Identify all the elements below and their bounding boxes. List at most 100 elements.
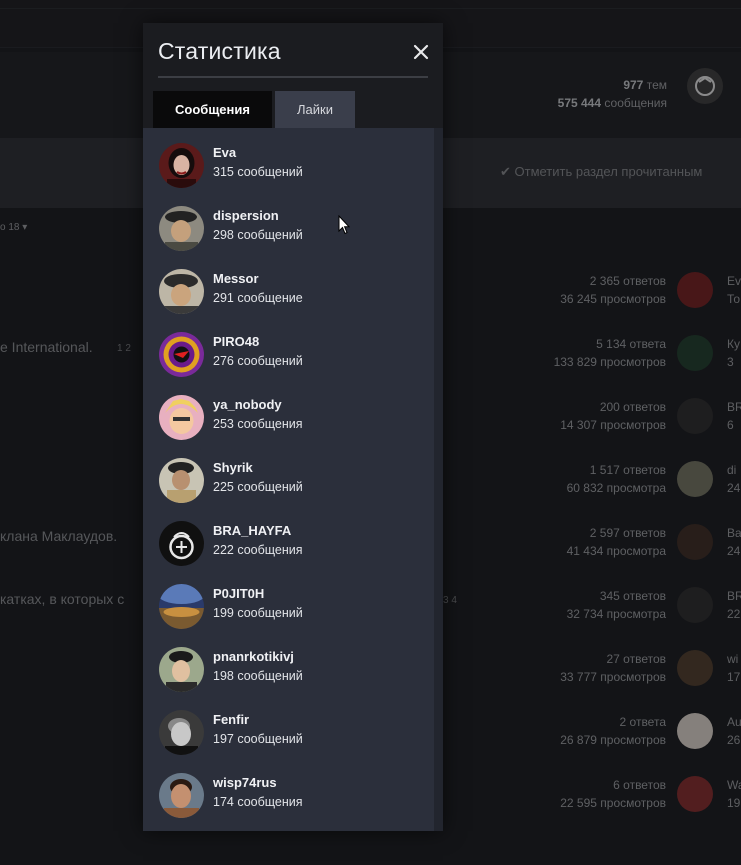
last-poster[interactable]: Ev То xyxy=(727,272,741,308)
tab-likes[interactable]: Лайки xyxy=(275,91,355,128)
last-poster-name[interactable]: Au xyxy=(727,713,741,731)
last-post-time: 24 xyxy=(727,481,741,495)
user-ranking-list: Eva 315 сообщений dispersion 298 сообщений M… xyxy=(143,128,434,831)
last-poster-avatar[interactable] xyxy=(677,776,713,812)
topic-views: 60 832 просмотра xyxy=(566,481,666,495)
username[interactable]: dispersion xyxy=(213,208,279,223)
last-poster-name[interactable]: wi xyxy=(727,650,740,668)
last-post-time: 24 xyxy=(727,544,741,558)
ranking-item[interactable]: pnanrkotikivj 198 сообщений xyxy=(143,645,434,708)
topic-pages[interactable]: 1 2 xyxy=(117,343,131,354)
topics-label: тем xyxy=(646,78,667,92)
topic-title[interactable]: клана Маклаудов. xyxy=(0,528,117,544)
topic-views: 33 777 просмотров xyxy=(560,670,666,684)
mark-read-button[interactable]: ✔ Отметить раздел прочитанным xyxy=(500,164,702,180)
username[interactable]: Shyrik xyxy=(213,460,253,475)
last-poster[interactable]: Ку 3 xyxy=(727,335,740,371)
username[interactable]: pnanrkotikivj xyxy=(213,649,294,664)
topic-views: 32 734 просмотра xyxy=(566,607,666,621)
last-post-time: 26 xyxy=(727,733,741,747)
posts-count: 575 444 xyxy=(557,96,602,110)
last-poster-avatar[interactable] xyxy=(677,524,713,560)
last-poster-avatar[interactable] xyxy=(687,68,723,104)
user-avatar[interactable] xyxy=(159,332,204,377)
posts-label: сообщения xyxy=(604,96,667,110)
last-poster-name[interactable]: BR xyxy=(727,587,741,605)
tab-messages[interactable]: Сообщения xyxy=(153,91,272,128)
last-poster[interactable]: BR 6 xyxy=(727,398,741,434)
last-poster[interactable]: di 24 xyxy=(727,461,740,497)
last-poster[interactable]: Wa 19 xyxy=(727,776,741,812)
last-poster[interactable]: Au 26 xyxy=(727,713,741,749)
username[interactable]: Fenfir xyxy=(213,712,249,727)
sort-dropdown[interactable]: о 18 ▾ xyxy=(0,222,27,233)
ranking-item[interactable]: Messor 291 сообщение xyxy=(143,267,434,330)
last-poster-avatar[interactable] xyxy=(677,713,713,749)
user-avatar[interactable] xyxy=(159,710,204,755)
last-poster-avatar[interactable] xyxy=(677,650,713,686)
forum-stats: 977 тем 575 444 сообщения xyxy=(558,76,667,112)
topic-stats: 2 365 ответов 36 245 просмотров xyxy=(560,272,666,308)
message-count: 253 сообщения xyxy=(213,417,303,431)
close-icon[interactable] xyxy=(411,42,431,62)
modal-title: Статистика xyxy=(158,38,281,64)
last-poster-name[interactable]: Wa xyxy=(727,776,741,794)
ranking-item[interactable]: P0JIT0H 199 сообщений xyxy=(143,582,434,645)
ranking-item[interactable]: Eva 315 сообщений xyxy=(143,141,434,204)
message-count: 225 сообщений xyxy=(213,480,303,494)
last-poster-name[interactable]: Ку xyxy=(727,335,740,353)
last-post-time: 22 xyxy=(727,607,741,621)
last-poster[interactable]: Ba 24 xyxy=(727,524,741,560)
ranking-item[interactable]: wisp74rus 174 сообщения xyxy=(143,771,434,834)
ranking-item[interactable]: BRA_HAYFA 222 сообщения xyxy=(143,519,434,582)
last-poster[interactable]: wi 17 xyxy=(727,650,740,686)
ranking-item[interactable]: ya_nobody 253 сообщения xyxy=(143,393,434,456)
user-avatar[interactable] xyxy=(159,269,204,314)
topic-title[interactable]: катках, в которых с xyxy=(0,591,124,607)
topic-replies: 2 597 ответов xyxy=(589,526,666,540)
topic-title[interactable]: e International. xyxy=(0,339,93,355)
username[interactable]: P0JIT0H xyxy=(213,586,264,601)
username[interactable]: PIRO48 xyxy=(213,334,259,349)
user-avatar[interactable] xyxy=(159,395,204,440)
topic-replies: 345 ответов xyxy=(599,589,666,603)
topic-stats: 200 ответов 14 307 просмотров xyxy=(560,398,666,434)
username[interactable]: BRA_HAYFA xyxy=(213,523,291,538)
last-poster-avatar[interactable] xyxy=(677,461,713,497)
topic-pages[interactable]: 3 4 xyxy=(443,595,457,606)
statistics-modal: Статистика Сообщения Лайки Eva 315 сообще… xyxy=(143,23,443,831)
user-avatar[interactable] xyxy=(159,458,204,503)
user-avatar[interactable] xyxy=(159,206,204,251)
last-poster[interactable]: BR 22 xyxy=(727,587,741,623)
user-avatar[interactable] xyxy=(159,143,204,188)
scrollbar[interactable] xyxy=(434,128,443,831)
ranking-item[interactable]: dispersion 298 сообщений xyxy=(143,204,434,267)
ranking-item[interactable]: Fenfir 197 сообщений xyxy=(143,708,434,771)
user-avatar[interactable] xyxy=(159,584,204,629)
last-poster-name[interactable]: di xyxy=(727,461,740,479)
last-poster-name[interactable]: Ba xyxy=(727,524,741,542)
username[interactable]: ya_nobody xyxy=(213,397,282,412)
last-poster-avatar[interactable] xyxy=(677,272,713,308)
modal-header: Статистика Сообщения Лайки xyxy=(143,23,443,128)
message-count: 222 сообщения xyxy=(213,543,303,557)
topic-views: 22 595 просмотров xyxy=(560,796,666,810)
topic-stats: 6 ответов 22 595 просмотров xyxy=(560,776,666,812)
last-post-time: То xyxy=(727,292,741,306)
topic-stats: 27 ответов 33 777 просмотров xyxy=(560,650,666,686)
user-avatar[interactable] xyxy=(159,521,204,566)
last-poster-name[interactable]: BR xyxy=(727,398,741,416)
ranking-item[interactable]: Shyrik 225 сообщений xyxy=(143,456,434,519)
last-poster-avatar[interactable] xyxy=(677,398,713,434)
user-avatar[interactable] xyxy=(159,773,204,818)
topic-views: 41 434 просмотра xyxy=(566,544,666,558)
last-poster-avatar[interactable] xyxy=(677,335,713,371)
username[interactable]: Eva xyxy=(213,145,236,160)
ranking-item[interactable]: PIRO48 276 сообщений xyxy=(143,330,434,393)
username[interactable]: wisp74rus xyxy=(213,775,277,790)
username[interactable]: Messor xyxy=(213,271,259,286)
user-avatar[interactable] xyxy=(159,647,204,692)
topic-replies: 5 134 ответа xyxy=(596,337,666,351)
last-poster-avatar[interactable] xyxy=(677,587,713,623)
last-poster-name[interactable]: Ev xyxy=(727,272,741,290)
